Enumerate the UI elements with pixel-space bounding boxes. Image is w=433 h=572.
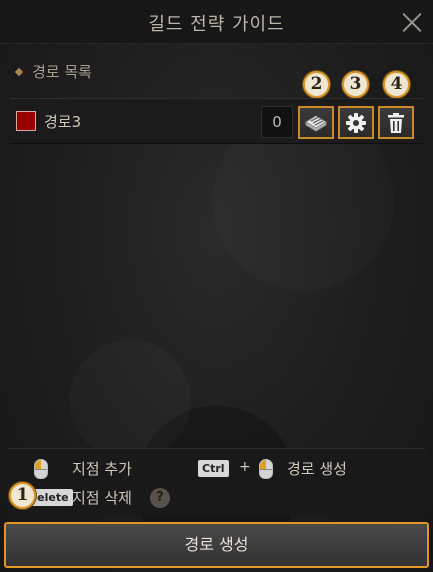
delete-point-hint: 지점 삭제 (72, 489, 132, 507)
add-point-hint: 지점 추가 (72, 460, 132, 478)
route-row[interactable]: 경로3 0 (10, 98, 423, 144)
marker-4: 4 (383, 71, 410, 98)
ctrl-key: Ctrl (198, 460, 229, 477)
marker-2: 2 (303, 71, 330, 98)
controls-help-panel: 지점 추가 Ctrl + 경로 생성 Delete 지점 삭제 ? (8, 448, 425, 516)
map-icon (305, 114, 327, 132)
help-question-icon[interactable]: ? (150, 488, 170, 508)
gear-icon (346, 112, 366, 133)
create-route-hint: 경로 생성 (287, 460, 347, 478)
marker-1: 1 (9, 482, 36, 509)
route-list-header: 경로 목록 (14, 61, 92, 82)
route-list-title: 경로 목록 (32, 63, 92, 81)
title-bar: 길드 전략 가이드 (0, 0, 433, 44)
guild-strategy-guide-panel: 길드 전략 가이드 경로 목록 2 3 4 경로3 0 지점 추가 Ctrl +… (0, 0, 433, 572)
marker-3: 3 (342, 71, 369, 98)
create-route-button[interactable]: 경로 생성 (4, 522, 429, 568)
route-map-button[interactable] (298, 106, 334, 139)
diamond-bullet-icon (14, 67, 24, 76)
mouse-left-click-icon (259, 459, 273, 479)
trash-icon (388, 112, 404, 133)
route-settings-button[interactable] (338, 106, 374, 139)
route-point-count: 0 (261, 106, 293, 138)
route-name: 경로3 (44, 113, 82, 131)
route-color-swatch[interactable] (16, 111, 36, 131)
close-icon[interactable] (401, 11, 423, 33)
window-title: 길드 전략 가이드 (148, 14, 285, 35)
mouse-left-click-icon (34, 459, 48, 479)
plus-symbol: + (239, 459, 251, 475)
route-delete-button[interactable] (378, 106, 414, 139)
